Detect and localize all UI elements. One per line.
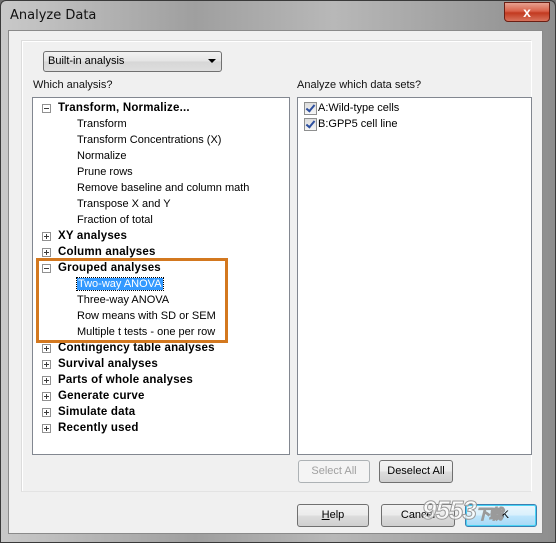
tree-item-label: Transform Concentrations (X) (77, 134, 222, 146)
deselect-all-button[interactable]: Deselect All (379, 460, 453, 483)
ok-button[interactable]: OK (465, 504, 537, 527)
dataset-checkbox[interactable] (304, 102, 317, 115)
expand-icon[interactable] (42, 392, 51, 401)
close-icon: x (523, 4, 531, 20)
which-datasets-label: Analyze which data sets? (297, 79, 422, 91)
tree-category-label: Transform, Normalize... (58, 102, 190, 114)
tree-category-label: Simulate data (58, 406, 136, 418)
title-bar[interactable]: Analyze Data x (1, 1, 555, 31)
tree-category[interactable]: XY analyses (33, 228, 283, 244)
expand-icon[interactable] (42, 360, 51, 369)
tree-item[interactable]: Transpose X and Y (77, 196, 171, 212)
expand-icon[interactable] (42, 376, 51, 385)
collapse-icon[interactable] (42, 104, 51, 113)
expand-icon[interactable] (42, 344, 51, 353)
tree-category-label: Survival analyses (58, 358, 158, 370)
dataset-checkbox[interactable] (304, 118, 317, 131)
analyze-data-dialog: Analyze Data x Built-in analysis Which a… (0, 0, 556, 543)
tree-category-label: XY analyses (58, 230, 128, 242)
tree-item[interactable]: Prune rows (77, 164, 133, 180)
dataset-label: B:GPP5 cell line (318, 118, 398, 130)
tree-item[interactable]: Transform Concentrations (X) (77, 132, 221, 148)
dialog-body: Built-in analysis Which analysis? Analyz… (8, 30, 543, 534)
select-all-button[interactable]: Select All (298, 460, 370, 483)
tree-item[interactable]: Fraction of total (77, 212, 153, 228)
tree-item-label: Transpose X and Y (77, 198, 171, 210)
tree-item[interactable]: Transform (77, 116, 127, 132)
tree-category[interactable]: Parts of whole analyses (33, 372, 283, 388)
tree-category[interactable]: Simulate data (33, 404, 283, 420)
tree-item[interactable]: Normalize (77, 148, 127, 164)
tree-item-label: Fraction of total (77, 214, 153, 226)
tree-category[interactable]: Transform, Normalize... (33, 100, 283, 116)
chevron-down-icon (208, 59, 216, 63)
tree-category-label: Recently used (58, 422, 139, 434)
expand-icon[interactable] (42, 232, 51, 241)
help-mnemonic: H (321, 509, 330, 521)
expand-icon[interactable] (42, 424, 51, 433)
window-title: Analyze Data (10, 8, 97, 23)
tree-item-label: Remove baseline and column math (77, 182, 250, 194)
expand-icon[interactable] (42, 408, 51, 417)
expand-icon[interactable] (42, 248, 51, 257)
help-label: elp (329, 509, 345, 521)
dataset-label: A:Wild-type cells (318, 102, 400, 114)
tree-category[interactable]: Survival analyses (33, 356, 283, 372)
datasets-list[interactable]: A:Wild-type cells B:GPP5 cell line (297, 97, 532, 455)
close-button[interactable]: x (504, 2, 550, 22)
dropdown-selected-value: Built-in analysis (48, 55, 125, 67)
help-button[interactable]: Help (297, 504, 369, 527)
analysis-groupbox: Built-in analysis Which analysis? Analyz… (21, 40, 532, 492)
tree-item[interactable]: Remove baseline and column math (77, 180, 249, 196)
tree-item-label: Transform (77, 118, 127, 130)
annotation-highlight-box (36, 258, 228, 343)
tree-category[interactable]: Generate curve (33, 388, 283, 404)
which-analysis-label: Which analysis? (33, 79, 113, 91)
tree-category-label: Parts of whole analyses (58, 374, 193, 386)
cancel-button[interactable]: Cancel (381, 504, 455, 527)
analysis-type-dropdown[interactable]: Built-in analysis (43, 51, 222, 72)
tree-category[interactable]: Recently used (33, 420, 283, 436)
tree-item-label: Normalize (77, 150, 127, 162)
analysis-tree[interactable]: Transform, Normalize... Transform Transfor… (32, 97, 290, 455)
tree-item-label: Prune rows (77, 166, 133, 178)
tree-category-label: Generate curve (58, 390, 145, 402)
